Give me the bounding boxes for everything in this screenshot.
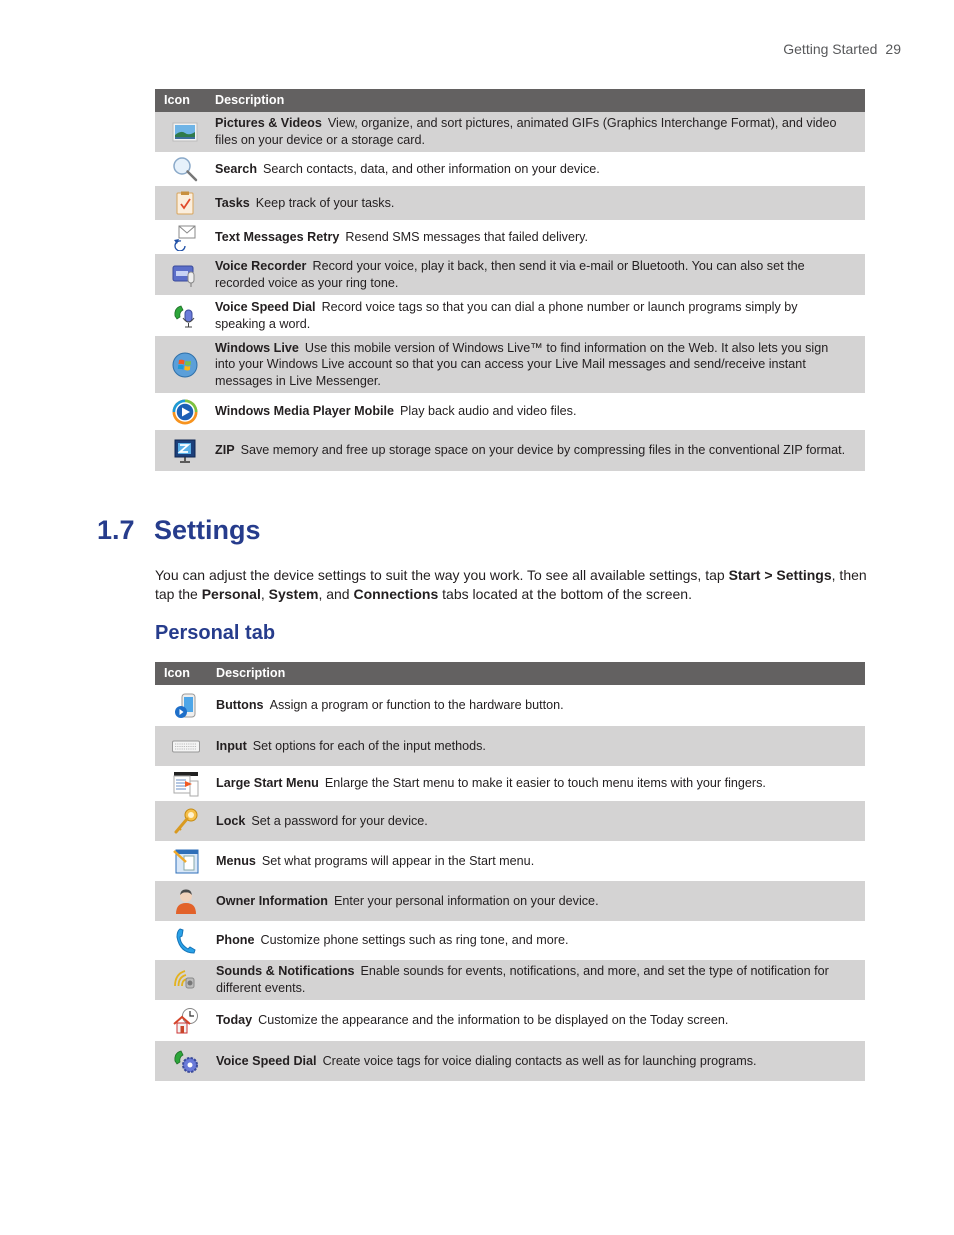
- item-name: Sounds & Notifications: [216, 964, 355, 979]
- table-row: Search Search contacts, data, and other i…: [155, 152, 865, 186]
- tasks-icon: [171, 189, 199, 217]
- page-number: 29: [885, 41, 901, 57]
- item-name: Search: [215, 161, 258, 176]
- item-description: Set options for each of the input method…: [252, 738, 486, 753]
- intro-text: tabs located at the bottom of the screen…: [438, 586, 692, 602]
- item-name: Menus: [216, 853, 256, 868]
- item-description: Play back audio and video files.: [400, 404, 577, 419]
- lock-key-icon: [172, 807, 200, 835]
- item-description: Assign a program or function to the hard…: [269, 698, 564, 713]
- zip-icon: [171, 437, 199, 465]
- table-header-row: Icon Description: [155, 662, 865, 685]
- table-row: Tasks Keep track of your tasks.: [155, 186, 865, 220]
- item-name: Input: [216, 738, 247, 753]
- voice-recorder-icon: [171, 261, 199, 289]
- table-row: Menus Set what programs will appear in th…: [155, 841, 865, 881]
- item-name: Large Start Menu: [216, 776, 319, 791]
- section-heading: 1.7 Settings: [97, 515, 261, 546]
- buttons-icon: [172, 692, 200, 720]
- text-messages-retry-icon: [171, 223, 199, 251]
- item-name: Buttons: [216, 698, 264, 713]
- phone-icon: [172, 927, 200, 955]
- running-header: Getting Started 29: [783, 41, 901, 57]
- table-row: Voice Recorder Record your voice, play it…: [155, 254, 865, 295]
- table-row: Lock Set a password for your device.: [155, 801, 865, 841]
- item-name: Windows Media Player Mobile: [215, 404, 395, 419]
- item-name: Voice Recorder: [215, 258, 307, 273]
- description-column-header: Description: [215, 89, 865, 112]
- personal-tab-icon-table: Icon Description Buttons Assign a program…: [155, 662, 865, 1081]
- table-row: Pictures & Videos View, organize, and sor…: [155, 112, 865, 152]
- table-row: Phone Customize phone settings such as ri…: [155, 921, 865, 960]
- item-name: Text Messages Retry: [215, 229, 340, 244]
- table-row: Windows Media Player Mobile Play back aud…: [155, 393, 865, 430]
- search-icon: [171, 155, 199, 183]
- input-keyboard-icon: [171, 732, 200, 760]
- item-description: Save memory and free up storage space on…: [240, 443, 846, 458]
- item-name: Lock: [216, 813, 246, 828]
- table-row: Owner Information Enter your personal inf…: [155, 881, 865, 921]
- section-number: 1.7: [97, 515, 135, 545]
- table-row: Windows Live Use this mobile version of W…: [155, 336, 865, 393]
- owner-information-icon: [172, 887, 200, 915]
- table-row: Voice Speed Dial Create voice tags for vo…: [155, 1041, 865, 1081]
- item-name: Tasks: [215, 195, 250, 210]
- intro-text: You can adjust the device settings to su…: [155, 567, 729, 583]
- description-column-header: Description: [216, 662, 865, 685]
- table-row: ZIP Save memory and free up storage space…: [155, 430, 865, 471]
- item-name: Windows Live: [215, 340, 299, 355]
- table-row: Large Start Menu Enlarge the Start menu t…: [155, 766, 865, 801]
- system-tab-ref: System: [268, 586, 319, 602]
- item-description: Customize the appearance and the informa…: [258, 1013, 729, 1028]
- start-settings-path: Start > Settings: [728, 567, 832, 583]
- voice-speed-dial-settings-icon: [172, 1047, 200, 1075]
- section-intro-paragraph: You can adjust the device settings to su…: [155, 566, 875, 604]
- item-description: Set what programs will appear in the Sta…: [261, 853, 535, 868]
- table-row: Voice Speed Dial Record voice tags so tha…: [155, 295, 865, 336]
- item-name: Today: [216, 1013, 253, 1028]
- item-description: Search contacts, data, and other informa…: [263, 161, 600, 176]
- item-description: Enter your personal information on your …: [333, 893, 599, 908]
- item-name: Phone: [216, 933, 255, 948]
- table-row: Buttons Assign a program or function to t…: [155, 685, 865, 726]
- item-description: Enlarge the Start menu to make it easier…: [324, 776, 766, 791]
- item-name: Voice Speed Dial: [216, 1053, 317, 1068]
- table-header-row: Icon Description: [155, 89, 865, 112]
- section-title: Settings: [154, 515, 261, 545]
- item-description: Set a password for your device.: [251, 813, 428, 828]
- programs-icon-table: Icon Description Pictures & Videos View, …: [155, 89, 865, 471]
- item-description: Create voice tags for voice dialing cont…: [322, 1053, 757, 1068]
- icon-column-header: Icon: [155, 662, 216, 685]
- subsection-heading: Personal tab: [155, 622, 276, 644]
- table-row: Text Messages Retry Resend SMS messages t…: [155, 220, 865, 254]
- large-start-menu-icon: [172, 770, 200, 798]
- item-description: Use this mobile version of Windows Live™…: [215, 340, 829, 388]
- menus-icon: [172, 847, 200, 875]
- item-description: Resend SMS messages that failed delivery…: [345, 229, 589, 244]
- running-header-section: Getting Started: [783, 41, 878, 57]
- windows-live-icon: [171, 351, 199, 379]
- item-description: Customize phone settings such as ring to…: [260, 933, 569, 948]
- table-row: Today Customize the appearance and the in…: [155, 1000, 865, 1041]
- item-name: Owner Information: [216, 893, 328, 908]
- item-name: Pictures & Videos: [215, 116, 322, 131]
- intro-text: , and: [318, 586, 354, 602]
- pictures-videos-icon: [171, 118, 199, 146]
- item-name: ZIP: [215, 443, 235, 458]
- item-name: Voice Speed Dial: [215, 299, 316, 314]
- item-description: Keep track of your tasks.: [255, 195, 395, 210]
- icon-column-header: Icon: [155, 89, 215, 112]
- intro-text: ,: [260, 586, 269, 602]
- personal-tab-ref: Personal: [201, 586, 261, 602]
- sounds-notifications-icon: [172, 966, 200, 994]
- connections-tab-ref: Connections: [353, 586, 439, 602]
- voice-speed-dial-icon: [171, 302, 199, 330]
- table-row: Sounds & Notifications Enable sounds for …: [155, 960, 865, 1000]
- table-row: Input Set options for each of the input m…: [155, 726, 865, 766]
- windows-media-player-icon: [171, 398, 199, 426]
- today-icon: [172, 1007, 200, 1035]
